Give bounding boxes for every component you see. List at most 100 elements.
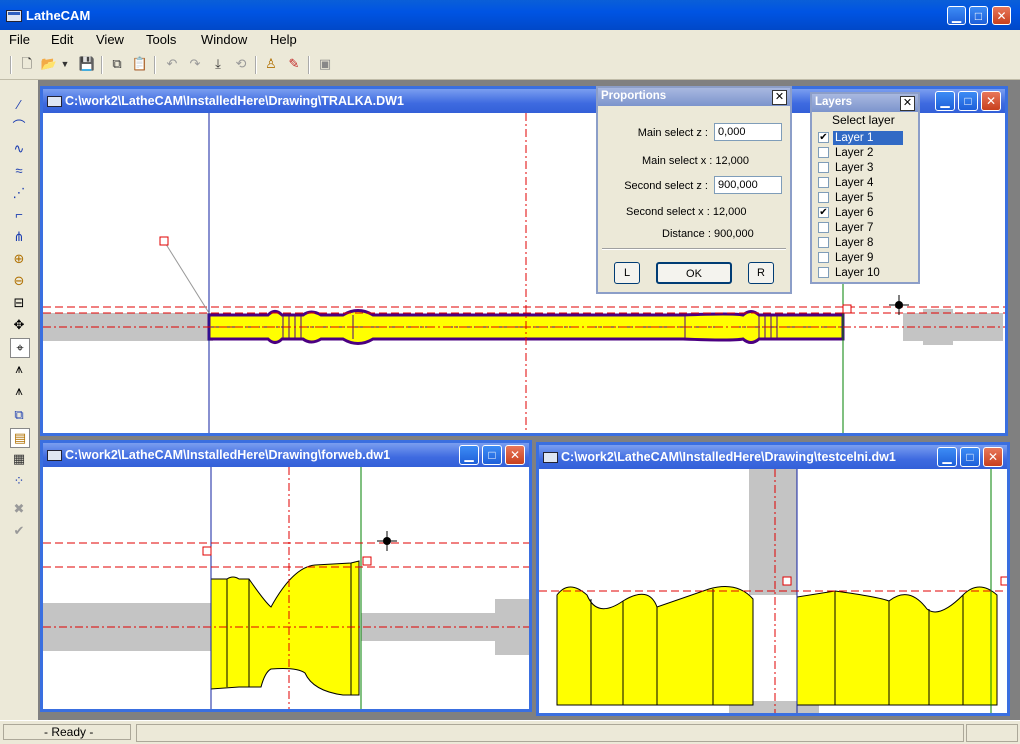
layer-checkbox[interactable] [818, 192, 829, 203]
drawing-canvas[interactable] [539, 469, 1007, 713]
maximize-button[interactable]: □ [960, 447, 980, 467]
confirm-icon[interactable]: ✔ [10, 522, 28, 540]
dialog-divider [602, 248, 786, 250]
drawing-window-testcelni[interactable]: C:\work2\LatheCAM\InstalledHere\Drawing\… [536, 442, 1010, 716]
part-drawing [539, 469, 1007, 713]
move-down-icon[interactable]: ⤓ [209, 55, 227, 73]
spline-tool-icon[interactable]: ≈ [10, 162, 28, 180]
undo-icon[interactable]: ↶ [163, 55, 181, 73]
layer-item[interactable]: Layer 9 [818, 251, 914, 266]
dropdown-arrow-icon[interactable]: ▼ [60, 55, 70, 73]
layer-item[interactable]: Layer 5 [818, 191, 914, 206]
minimize-button[interactable]: ▁ [935, 91, 955, 111]
layer-name: Layer 6 [835, 207, 874, 219]
layer-item[interactable]: Layer 4 [818, 176, 914, 191]
snap-icon[interactable]: ⌖ [10, 338, 30, 358]
pin-icon[interactable]: ♙ [262, 55, 280, 73]
close-icon[interactable]: ✕ [772, 90, 787, 105]
zoom-in-icon[interactable]: ⊕ [10, 250, 28, 268]
layer-checkbox[interactable]: ✔ [818, 207, 829, 218]
layer-checkbox[interactable]: ✔ [818, 132, 829, 143]
menu-view[interactable]: View [96, 32, 124, 47]
minimize-button[interactable]: ▁ [459, 445, 479, 465]
layer-checkbox[interactable] [818, 177, 829, 188]
minimize-button[interactable]: ▁ [937, 447, 957, 467]
main-select-z-label: Main select z : [637, 127, 708, 139]
minimize-button[interactable]: ▁ [947, 6, 966, 25]
layer-checkbox[interactable] [818, 222, 829, 233]
layer-item[interactable]: ✔ Layer 6 [818, 206, 914, 221]
paste-icon[interactable]: 📋 [131, 55, 149, 73]
app-title: LatheCAM [26, 8, 91, 23]
layer-tool-icon[interactable]: ▤ [10, 428, 30, 448]
l-button[interactable]: L [614, 262, 640, 284]
layer-checkbox[interactable] [818, 252, 829, 263]
close-button[interactable]: ✕ [983, 447, 1003, 467]
app-title-bar: LatheCAM ▁ □ ✕ [0, 0, 1020, 30]
close-button[interactable]: ✕ [992, 6, 1011, 25]
tool-path-alt-icon[interactable]: ⩚ [10, 382, 28, 400]
r-button[interactable]: R [748, 262, 774, 284]
second-select-z-input[interactable]: 900,000 [714, 176, 782, 194]
arc-tool-icon[interactable]: ⌒ [10, 118, 28, 136]
maximize-button[interactable]: □ [969, 6, 988, 25]
copy-icon[interactable]: ⧉ [108, 55, 126, 73]
layer-name: Layer 8 [835, 237, 874, 249]
maximize-icon: □ [974, 9, 983, 23]
print-icon[interactable]: ▣ [316, 55, 334, 73]
drawing-canvas[interactable] [43, 467, 529, 709]
layer-item[interactable]: Layer 3 [818, 161, 914, 176]
menu-window[interactable]: Window [201, 32, 247, 47]
menu-tools[interactable]: Tools [146, 32, 176, 47]
main-toolbar: 🗋 📂 ▼ 💾 ⧉ 📋 ↶ ↷ ⤓ ⟲ ♙ ✎ ▣ [0, 51, 1020, 80]
drawing-window-forweb[interactable]: C:\work2\LatheCAM\InstalledHere\Drawing\… [40, 440, 532, 712]
tool-settings-icon[interactable]: ✎ [285, 55, 303, 73]
layer-item[interactable]: ✔ Layer 1 [818, 131, 914, 146]
maximize-button[interactable]: □ [482, 445, 502, 465]
minimize-icon: ▁ [464, 448, 474, 462]
fit-view-icon[interactable]: ⊟ [10, 294, 28, 312]
pan-icon[interactable]: ✥ [10, 316, 28, 334]
zoom-out-icon[interactable]: ⊖ [10, 272, 28, 290]
points-icon[interactable]: ⁘ [10, 472, 28, 490]
line-tool-icon[interactable]: ⁄ [10, 96, 28, 114]
menu-help[interactable]: Help [270, 32, 297, 47]
corner-tool-icon[interactable]: ⌐ [10, 206, 28, 224]
redo-alt-icon[interactable]: ⟲ [232, 55, 250, 73]
close-icon: ✕ [509, 448, 521, 462]
window-title-bar: C:\work2\LatheCAM\InstalledHere\Drawing\… [539, 445, 1007, 469]
layer-item[interactable]: Layer 8 [818, 236, 914, 251]
properties-icon[interactable]: ▦ [10, 450, 28, 468]
main-select-z-input[interactable]: 0,000 [714, 123, 782, 141]
layer-checkbox[interactable] [818, 237, 829, 248]
layer-checkbox[interactable] [818, 267, 829, 278]
tool-path-icon[interactable]: ⩚ [10, 360, 28, 378]
window-title: C:\work2\LatheCAM\InstalledHere\Drawing\… [65, 448, 391, 462]
cancel-icon[interactable]: ✖ [10, 500, 28, 518]
menu-file[interactable]: File [9, 32, 30, 47]
layer-name: Layer 10 [835, 267, 880, 279]
save-icon[interactable]: 💾 [78, 55, 96, 73]
copy-doc-icon[interactable]: ⧉ [10, 406, 28, 424]
close-icon[interactable]: ✕ [900, 96, 915, 111]
layer-checkbox[interactable] [818, 162, 829, 173]
close-button[interactable]: ✕ [981, 91, 1001, 111]
open-file-icon[interactable]: 📂 [40, 55, 58, 73]
maximize-button[interactable]: □ [958, 91, 978, 111]
layer-checkbox[interactable] [818, 147, 829, 158]
layer-item[interactable]: Layer 2 [818, 146, 914, 161]
layer-item[interactable]: Layer 10 [818, 266, 914, 281]
branch-tool-icon[interactable]: ⋔ [10, 228, 28, 246]
layer-item[interactable]: Layer 7 [818, 221, 914, 236]
close-button[interactable]: ✕ [505, 445, 525, 465]
new-file-icon[interactable]: 🗋 [18, 55, 36, 73]
dialog-title: Proportions [601, 90, 667, 102]
menu-edit[interactable]: Edit [51, 32, 73, 47]
window-title: C:\work2\LatheCAM\InstalledHere\Drawing\… [65, 94, 404, 108]
redo-icon[interactable]: ↷ [186, 55, 204, 73]
curve-tool-icon[interactable]: ∿ [10, 140, 28, 158]
ok-button[interactable]: OK [656, 262, 732, 284]
proportions-dialog: Proportions ✕ Main select z : 0,000 Main… [596, 86, 792, 294]
polyline-tool-icon[interactable]: ⋰ [10, 184, 28, 202]
layer-name: Layer 1 [833, 131, 903, 145]
